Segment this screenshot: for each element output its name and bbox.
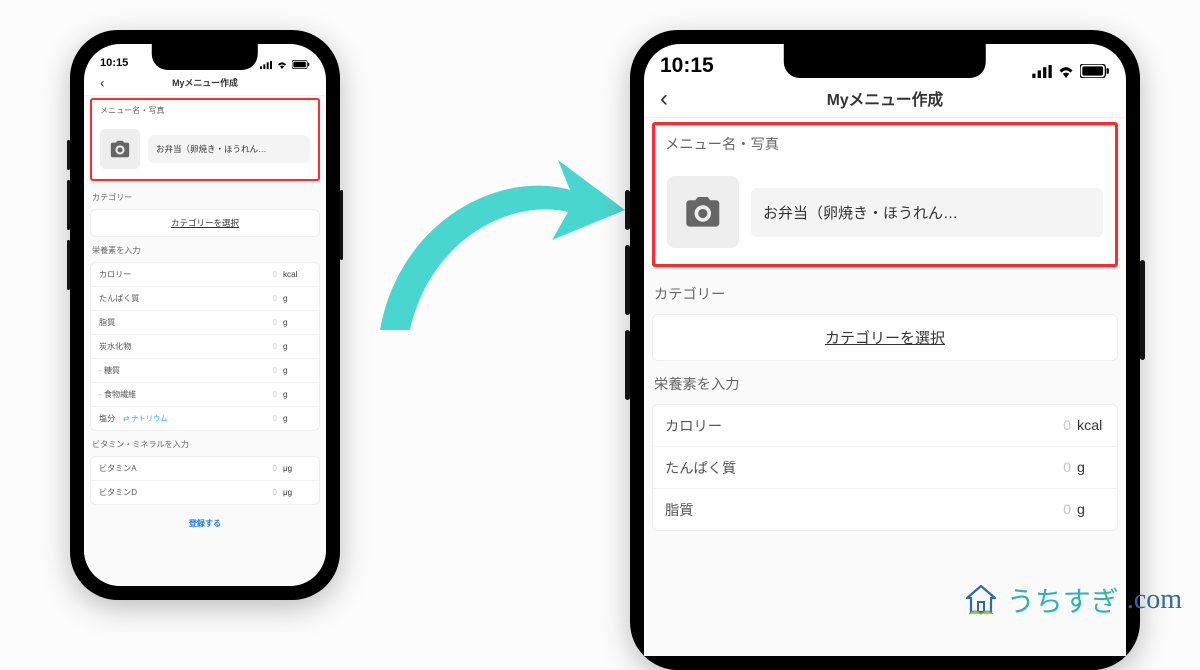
- submit-button[interactable]: 登録する: [84, 508, 326, 539]
- phone-notch: [152, 44, 258, 70]
- nav-bar: ‹ Myメニュー作成: [84, 70, 326, 96]
- vitamin-list: ビタミンA0μg ビタミンD0μg: [90, 456, 320, 505]
- camera-icon: [683, 192, 723, 232]
- nutrition-row[interactable]: 塩分⇄ ナトリウム0g: [91, 407, 319, 430]
- nutrition-row[interactable]: 脂質0g: [91, 311, 319, 335]
- screen-content: メニュー名・写真 お弁当（卵焼き・ほうれん… カテゴリー カテゴリーを選択 栄養…: [84, 96, 326, 586]
- section-label-nutrition: 栄養素を入力: [644, 365, 1126, 400]
- page-title: Myメニュー作成: [827, 87, 943, 110]
- category-select-button[interactable]: カテゴリーを選択: [90, 209, 320, 237]
- nutrition-row[interactable]: たんぱく質0g: [91, 287, 319, 311]
- nav-bar: ‹ Myメニュー作成: [644, 80, 1126, 118]
- nutrition-row[interactable]: たんぱく質0g: [653, 447, 1117, 489]
- menu-name-input[interactable]: お弁当（卵焼き・ほうれん…: [148, 135, 310, 163]
- vitamin-row[interactable]: ビタミンD0μg: [91, 481, 319, 504]
- battery-icon: [1080, 64, 1110, 78]
- battery-icon: [292, 60, 310, 69]
- category-select-button[interactable]: カテゴリーを選択: [652, 314, 1118, 361]
- section-label-category: カテゴリー: [84, 187, 326, 206]
- phone-mockup-large: 10:15 ‹ Myメニュー作成 メニュー名・写真 お弁当（卵焼き・ほうれん…: [630, 30, 1140, 670]
- nutrition-row[interactable]: 糖質0g: [91, 359, 319, 383]
- menu-name-section-highlight: メニュー名・写真 お弁当（卵焼き・ほうれん…: [652, 122, 1118, 267]
- watermark-text: うちすぎ: [1007, 580, 1119, 620]
- menu-name-section-highlight: メニュー名・写真 お弁当（卵焼き・ほうれん…: [90, 98, 320, 181]
- menu-name-input[interactable]: お弁当（卵焼き・ほうれん…: [751, 188, 1103, 237]
- watermark-domain: .com: [1127, 584, 1182, 616]
- phone-notch: [784, 44, 986, 78]
- nutrition-list: カロリー0kcal たんぱく質0g 脂質0g 炭水化物0g 糖質0g 食物繊維0…: [90, 262, 320, 431]
- vitamin-row[interactable]: ビタミンA0μg: [91, 457, 319, 481]
- add-photo-button[interactable]: [100, 129, 140, 169]
- section-label-category: カテゴリー: [644, 275, 1126, 310]
- section-label-menu: メニュー名・写真: [92, 100, 318, 119]
- section-label-nutrition: 栄養素を入力: [84, 240, 326, 259]
- page-title: Myメニュー作成: [172, 76, 238, 89]
- add-photo-button[interactable]: [667, 176, 739, 248]
- signal-icon: [260, 61, 272, 69]
- nutrition-list: カロリー0kcal たんぱく質0g 脂質0g: [652, 404, 1118, 531]
- section-label-vitamin: ビタミン・ミネラルを入力: [84, 434, 326, 453]
- wifi-icon: [1056, 65, 1076, 78]
- nutrition-row[interactable]: カロリー0kcal: [653, 405, 1117, 447]
- watermark-logo: うちすぎ.com: [961, 580, 1182, 620]
- status-time: 10:15: [660, 54, 714, 78]
- nutrition-row[interactable]: 食物繊維0g: [91, 383, 319, 407]
- status-icons: [260, 60, 310, 69]
- zoom-arrow-icon: [360, 130, 630, 360]
- signal-icon: [1032, 65, 1052, 78]
- status-time: 10:15: [100, 57, 128, 69]
- nutrition-row[interactable]: 脂質0g: [653, 489, 1117, 530]
- status-icons: [1032, 64, 1110, 78]
- back-button[interactable]: ‹: [94, 71, 111, 94]
- section-label-menu: メニュー名・写真: [655, 125, 1115, 160]
- back-button[interactable]: ‹: [654, 81, 674, 117]
- nutrition-row[interactable]: 炭水化物0g: [91, 335, 319, 359]
- nutrition-row[interactable]: カロリー0kcal: [91, 263, 319, 287]
- screen-content: メニュー名・写真 お弁当（卵焼き・ほうれん… カテゴリー カテゴリーを選択 栄養…: [644, 118, 1126, 656]
- camera-icon: [109, 138, 131, 160]
- house-icon: [961, 580, 1001, 620]
- phone-mockup-small: 10:15 ‹ Myメニュー作成 メニュー名・写真 お弁当（卵焼き・ほうれん…: [70, 30, 340, 600]
- wifi-icon: [276, 61, 288, 69]
- sodium-toggle-link[interactable]: ⇄ ナトリウム: [123, 414, 167, 423]
